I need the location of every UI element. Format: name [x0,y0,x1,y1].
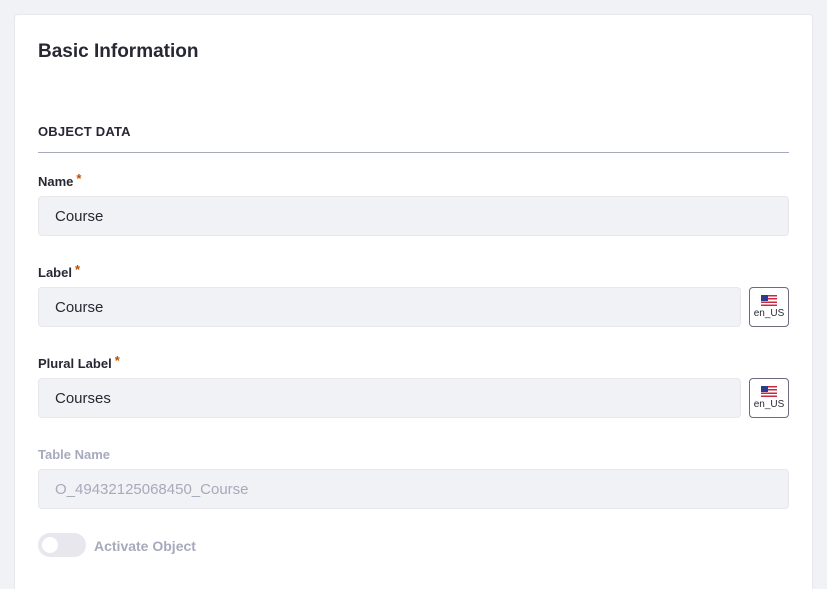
label-locale-button[interactable]: en_US [749,287,789,327]
label-input[interactable]: Course [38,287,741,327]
plural-label-label: Plural Label * [38,353,120,371]
locale-code: en_US [753,308,785,319]
toggle-knob [42,537,58,553]
table-name-input-value: O_49432125068450_Course [55,480,249,498]
required-indicator: * [114,353,120,368]
plural-label-input[interactable]: Courses [38,378,741,418]
label-label-text: Label [38,265,72,280]
name-input-value: Course [55,207,104,225]
required-indicator: * [74,262,81,277]
label-input-value: Course [55,298,104,316]
activate-object-toggle[interactable] [38,533,86,557]
name-label: Name * [38,171,82,189]
basic-information-card: Basic Information OBJECT DATA Name * Cour… [14,14,813,589]
name-label-text: Name [38,174,74,189]
label-label: Label * [38,262,81,280]
table-name-input: O_49432125068450_Course [38,469,789,509]
table-name-label-text: Table Name [38,447,111,462]
us-flag-icon [761,386,777,397]
card-title: Basic Information [38,41,199,62]
locale-code: en_US [753,399,785,410]
us-flag-icon [761,295,777,306]
table-name-label: Table Name [38,447,110,462]
required-indicator: * [76,171,82,186]
activate-object-label: Activate Object [94,538,196,554]
section-divider [38,152,789,153]
plural-label-locale-button[interactable]: en_US [749,378,789,418]
section-header-object-data: OBJECT DATA [38,124,131,139]
plural-label-input-value: Courses [55,389,111,407]
plural-label-label-text: Plural Label [38,356,112,371]
name-input[interactable]: Course [38,196,789,236]
